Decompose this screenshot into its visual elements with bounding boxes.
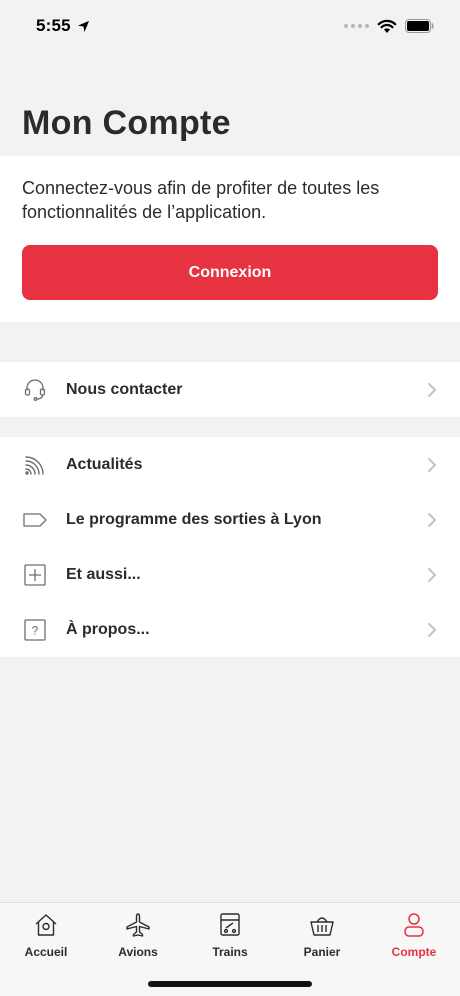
chevron-right-icon [428,512,436,527]
contact-group: Nous contacter [0,362,460,417]
tab-trains[interactable]: Trains [184,911,276,963]
menu-item-program[interactable]: Le programme des sorties à Lyon [0,492,460,547]
status-right [344,19,434,34]
headset-icon [22,377,48,403]
svg-text:?: ? [32,623,39,637]
tab-panier[interactable]: Panier [276,911,368,963]
tab-bar: Accueil Avions Trains Panier Compte [0,902,460,996]
tag-icon [22,507,48,533]
menu-item-contact[interactable]: Nous contacter [0,362,460,417]
chevron-right-icon [428,622,436,637]
user-icon [404,913,424,937]
plane-icon [126,913,150,937]
plus-box-icon [22,562,48,588]
menu-item-label: Et aussi... [66,565,141,583]
status-left: 5:55 [36,16,90,36]
login-card: Connectez-vous afin de profiter de toute… [0,156,460,322]
house-icon [35,914,57,936]
info-group: Actualités Le programme des sorties à Ly… [0,437,460,657]
cellular-signal-icon [344,24,369,28]
login-description: Connectez-vous afin de profiter de toute… [22,178,380,222]
tab-compte[interactable]: Compte [368,911,460,963]
tab-accueil[interactable]: Accueil [0,911,92,963]
tab-label: Compte [391,945,437,959]
menu-item-label: À propos... [66,620,150,638]
status-time: 5:55 [36,16,71,35]
menu-item-news[interactable]: Actualités [0,437,460,492]
tab-label: Trains [212,945,248,959]
chevron-right-icon [428,567,436,582]
status-bar: 5:55 [0,0,460,52]
menu-item-label: Nous contacter [66,380,183,398]
tab-label: Avions [118,945,158,959]
menu-item-label: Le programme des sorties à Lyon [66,510,322,528]
menu-item-more[interactable]: Et aussi... [0,547,460,602]
rss-icon [22,452,48,478]
basket-icon [310,917,334,936]
chevron-right-icon [428,457,436,472]
train-icon [220,913,240,936]
battery-icon [405,19,434,33]
menu-item-about[interactable]: ? À propos... [0,602,460,657]
home-indicator [148,981,312,987]
tab-avions[interactable]: Avions [92,911,184,963]
menu-item-label: Actualités [66,455,143,473]
tab-label: Accueil [24,945,68,959]
question-box-icon: ? [22,617,48,643]
location-arrow-icon [77,20,89,32]
tab-label: Panier [303,945,341,959]
page-title: Mon Compte [22,104,231,142]
wifi-icon [377,19,397,33]
login-button[interactable]: Connexion [22,245,438,300]
chevron-right-icon [428,382,436,397]
